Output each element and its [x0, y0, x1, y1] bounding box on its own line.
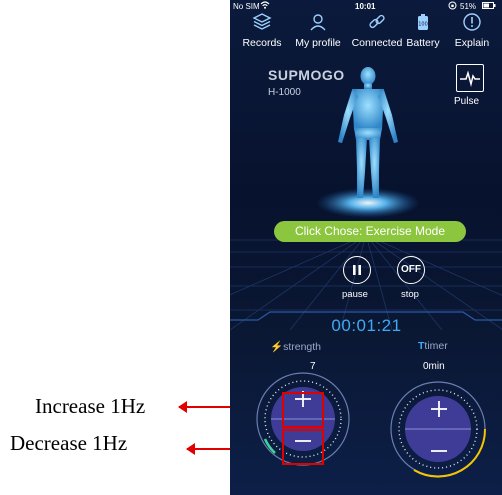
session-timer-display: 00:01:21: [331, 316, 402, 335]
control-panel: 00:01:21 ⚡strength 7 Ttimer 0min: [230, 311, 502, 495]
lightning-icon: ⚡: [270, 341, 284, 353]
nav-explain[interactable]: Explain: [447, 12, 497, 49]
device-brand: SUPMOGO: [268, 67, 345, 83]
phone-screen: No SIM 10:01 51% Records My profile Conn…: [230, 0, 502, 495]
timer-decrease-button[interactable]: [425, 436, 453, 466]
exercise-mode-button[interactable]: Click Chose: Exercise Mode: [274, 221, 466, 242]
human-body-figure: [338, 67, 398, 198]
increase-annotation: Increase 1Hz: [35, 394, 146, 418]
battery-status-icon: [482, 2, 496, 11]
status-bar: No SIM 10:01 51%: [230, 0, 502, 12]
person-icon: [308, 12, 328, 32]
clock-label: 10:01: [355, 2, 376, 11]
top-navigation: Records My profile Connected 100 Battery…: [230, 12, 502, 58]
body-stage: SUPMOGO H-1000 Pulse Click Chose: Exerci…: [230, 60, 502, 330]
timer-value: 0min: [423, 361, 445, 372]
decrease-annotation: Decrease 1Hz: [10, 431, 128, 455]
stop-label: stop: [401, 289, 419, 300]
timer-label: timer: [424, 340, 448, 352]
strength-label: strength: [283, 341, 322, 353]
pause-button[interactable]: [343, 256, 371, 284]
stack-layers-icon: [252, 12, 272, 32]
plus-icon: [431, 401, 447, 417]
timer-increase-button[interactable]: [425, 394, 453, 424]
stop-button[interactable]: OFF: [397, 256, 425, 284]
pause-icon: [353, 265, 361, 275]
minus-icon: [431, 450, 447, 452]
pulse-wave-icon: [460, 70, 480, 87]
device-model: H-1000: [268, 87, 301, 98]
svg-text:100: 100: [418, 22, 428, 28]
pulse-label: Pulse: [454, 96, 480, 107]
decrease-highlight-box: [282, 429, 324, 465]
strength-label-group: ⚡strength: [270, 340, 321, 353]
wifi-icon: [260, 1, 270, 11]
orientation-lock-icon: [448, 1, 457, 12]
timer-label-group: Ttimer: [418, 340, 448, 352]
pulse-button[interactable]: [456, 64, 484, 92]
increase-highlight-box: [282, 392, 324, 428]
link-icon: [367, 12, 387, 32]
battery-percent: 51%: [460, 2, 477, 11]
nav-records[interactable]: Records: [234, 12, 290, 49]
info-icon: [462, 12, 482, 32]
pause-label: pause: [342, 289, 368, 300]
battery-icon: 100: [413, 12, 433, 32]
carrier-label: No SIM: [233, 2, 260, 11]
nav-my-profile[interactable]: My profile: [288, 12, 348, 49]
nav-battery[interactable]: 100 Battery: [398, 12, 448, 49]
